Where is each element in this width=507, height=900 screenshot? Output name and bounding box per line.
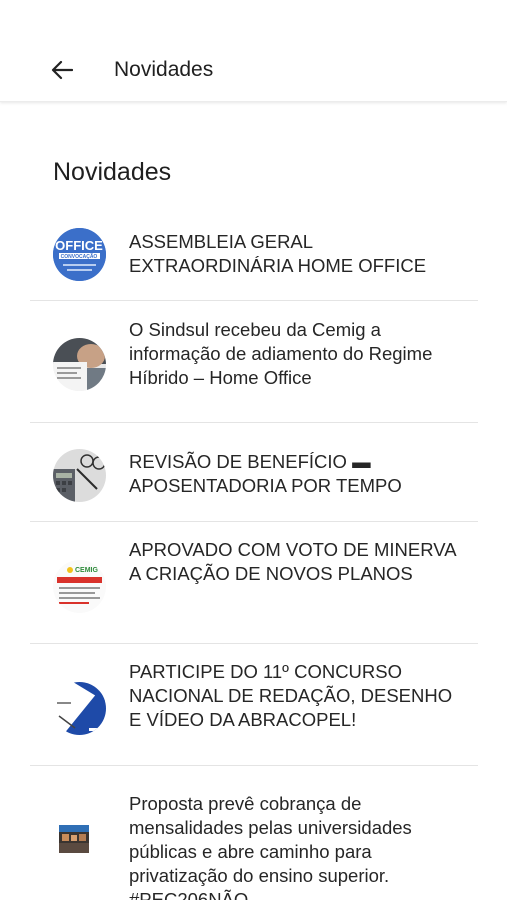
news-title: ASSEMBLEIA GERAL EXTRAORDINÁRIA HOME OFF… [129,231,427,276]
news-title: APROVADO COM VOTO DE MINERVA A CRIAÇÃO D… [129,539,456,584]
arrow-left-icon [51,60,73,80]
cemig-document-thumbnail: CEMIG [53,560,106,613]
thumb-sublabel: CONVOCAÇÃO [61,253,98,260]
news-item[interactable]: PARTICIPE DO 11º CONCURSO NACIONAL DE RE… [0,644,507,765]
university-protest-thumbnail [59,825,89,853]
news-title: PARTICIPE DO 11º CONCURSO NACIONAL DE RE… [129,661,453,730]
laptop-typing-thumbnail [53,338,106,391]
thumb-label: OFFICE [55,238,103,253]
news-title: O Sindsul recebeu da Cemig a informação … [129,319,433,388]
app-bar: Novidades [0,0,507,102]
app-bar-title: Novidades [114,58,214,81]
news-item[interactable]: Proposta prevê cobrança de mensalidades … [0,766,507,900]
news-title: Proposta prevê cobrança de mensalidades … [129,793,412,900]
news-item[interactable]: CEMIG APROVADO COM VOTO DE MINERVA A CRI… [0,522,507,643]
news-item[interactable]: REVISÃO DE BENEFÍCIO ▬ APOSENTADORIA POR… [0,423,507,521]
news-title: REVISÃO DE BENEFÍCIO ▬ APOSENTADORIA POR… [129,451,402,496]
news-item[interactable]: OFFICE CONVOCAÇÃO ASSEMBLEIA GERAL EXTRA… [0,210,507,300]
thumb-label: CEMIG [75,567,99,574]
abracopel-poster-thumbnail [53,682,106,735]
back-button[interactable] [40,50,84,90]
calculator-glasses-thumbnail [53,449,106,502]
section-title: Novidades [53,158,172,186]
news-item[interactable]: O Sindsul recebeu da Cemig a informação … [0,301,507,422]
office-convocation-thumbnail: OFFICE CONVOCAÇÃO [53,228,106,281]
